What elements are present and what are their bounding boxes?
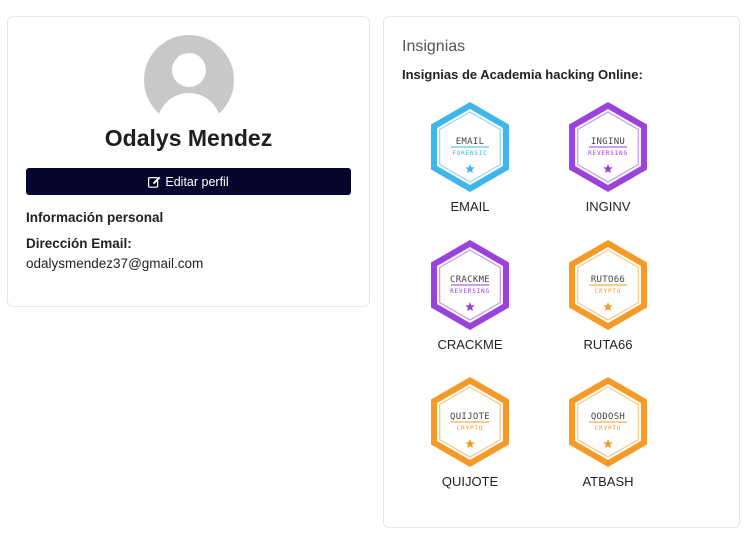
- badge-emblem-title: RUTO66: [591, 275, 625, 285]
- avatar: [144, 35, 234, 125]
- badge-crackme[interactable]: CRACKME REVERSING CRACKME: [410, 239, 530, 352]
- badge-emblem-title: INGINU: [591, 137, 625, 147]
- badge-emblem-title: EMAIL: [456, 137, 485, 147]
- quijote-badge-icon: QUIJOTE CRYPTO: [431, 377, 509, 467]
- badge-emblem-title: CRACKME: [450, 275, 490, 285]
- crackme-badge-icon: CRACKME REVERSING: [431, 240, 509, 330]
- badge-email[interactable]: EMAIL FORENSIC EMAIL: [410, 101, 530, 214]
- email-label: Dirección Email:: [26, 236, 132, 251]
- edit-icon: [148, 176, 161, 188]
- inginv-badge-icon: INGINU REVERSING: [569, 102, 647, 192]
- badge-inginv[interactable]: INGINU REVERSING INGINV: [548, 101, 668, 214]
- badge-emblem-category: CRYPTO: [595, 288, 621, 295]
- edit-profile-button[interactable]: Editar perfil: [26, 168, 351, 195]
- badges-title: Insignias: [402, 38, 466, 55]
- email-value: odalysmendez37@gmail.com: [26, 256, 204, 271]
- badge-ruta66[interactable]: RUTO66 CRYPTO RUTA66: [548, 239, 668, 352]
- avatar-head-shape: [172, 53, 206, 87]
- badge-emblem-title: QODOSH: [591, 412, 625, 422]
- badge-emblem-category: CRYPTO: [595, 425, 621, 432]
- badge-emblem-category: CRYPTO: [457, 425, 483, 432]
- badges-card: Insignias Insignias de Academia hacking …: [383, 16, 740, 528]
- ruta66-badge-icon: RUTO66 CRYPTO: [569, 240, 647, 330]
- badges-subtitle: Insignias de Academia hacking Online:: [402, 67, 643, 82]
- badge-label: RUTA66: [583, 337, 633, 352]
- badge-atbash[interactable]: QODOSH CRYPTO ATBASH: [548, 376, 668, 489]
- badge-emblem-category: FORENSIC: [452, 150, 487, 157]
- badge-emblem-title: QUIJOTE: [450, 412, 490, 422]
- avatar-body-shape: [157, 93, 221, 125]
- personal-info-heading: Información personal: [26, 210, 164, 225]
- badge-label: INGINV: [585, 199, 631, 214]
- badge-label: EMAIL: [450, 199, 490, 214]
- badge-label: QUIJOTE: [441, 474, 499, 489]
- edit-profile-label: Editar perfil: [165, 174, 229, 189]
- user-name: Odalys Mendez: [104, 125, 273, 151]
- badge-label: CRACKME: [437, 337, 503, 352]
- badge-quijote[interactable]: QUIJOTE CRYPTO QUIJOTE: [410, 376, 530, 489]
- atbash-badge-icon: QODOSH CRYPTO: [569, 377, 647, 467]
- profile-card: Odalys Mendez Editar perfil Información …: [7, 16, 370, 307]
- badge-emblem-category: REVERSING: [588, 150, 628, 157]
- email-badge-icon: EMAIL FORENSIC: [431, 102, 509, 192]
- badge-label: ATBASH: [582, 474, 634, 489]
- badge-emblem-category: REVERSING: [450, 288, 490, 295]
